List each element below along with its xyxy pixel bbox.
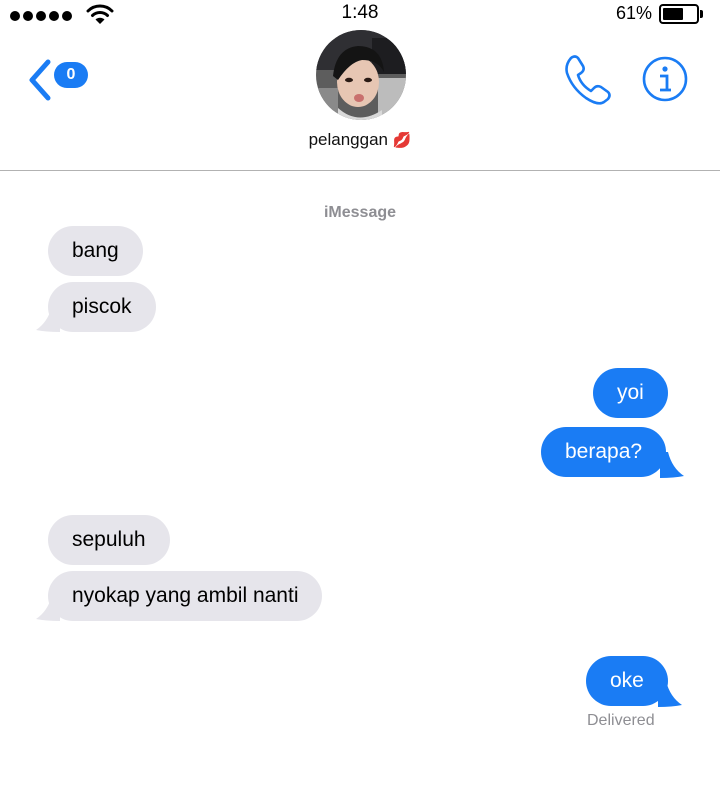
message-bubble-outgoing[interactable]: oke	[586, 656, 668, 706]
contact-name-text: pelanggan	[308, 130, 388, 149]
status-time: 1:48	[341, 2, 379, 23]
info-button[interactable]	[642, 56, 688, 102]
delivery-status: Delivered	[587, 712, 655, 729]
bubble-tail-outgoing	[658, 681, 682, 707]
status-bar: 1:48 61%	[0, 0, 720, 28]
message-bubble-incoming[interactable]: piscok	[48, 282, 156, 332]
contact-avatar[interactable]	[316, 30, 406, 120]
battery-level	[663, 8, 683, 20]
message-bubble-incoming[interactable]: sepuluh	[48, 515, 170, 565]
header-divider	[0, 170, 720, 171]
phone-icon	[565, 55, 611, 105]
contact-name[interactable]: pelanggan 💋	[0, 130, 720, 150]
avatar-photo	[316, 30, 406, 120]
back-chevron-icon	[29, 59, 51, 101]
bubble-tail-outgoing	[660, 452, 684, 478]
message-bubble-incoming[interactable]: nyokap yang ambil nanti	[48, 571, 323, 621]
message-bubble-outgoing[interactable]: berapa?	[541, 427, 667, 477]
conversation-header: 0 pelanggan 💋	[0, 28, 720, 170]
service-label: iMessage	[323, 204, 397, 221]
message-bubble-outgoing[interactable]: yoi	[593, 368, 668, 418]
back-button[interactable]: 0	[28, 56, 94, 104]
info-icon	[642, 56, 688, 102]
bubble-tail-incoming	[36, 595, 60, 621]
battery-icon	[659, 4, 699, 24]
battery-percentage: 61%	[616, 3, 653, 23]
call-button[interactable]	[562, 52, 612, 106]
battery-tip	[700, 10, 703, 18]
kiss-emoji: 💋	[392, 132, 412, 149]
bubble-tail-incoming	[36, 306, 60, 332]
unread-count-badge: 0	[54, 62, 88, 88]
message-bubble-incoming[interactable]: bang	[48, 226, 143, 276]
